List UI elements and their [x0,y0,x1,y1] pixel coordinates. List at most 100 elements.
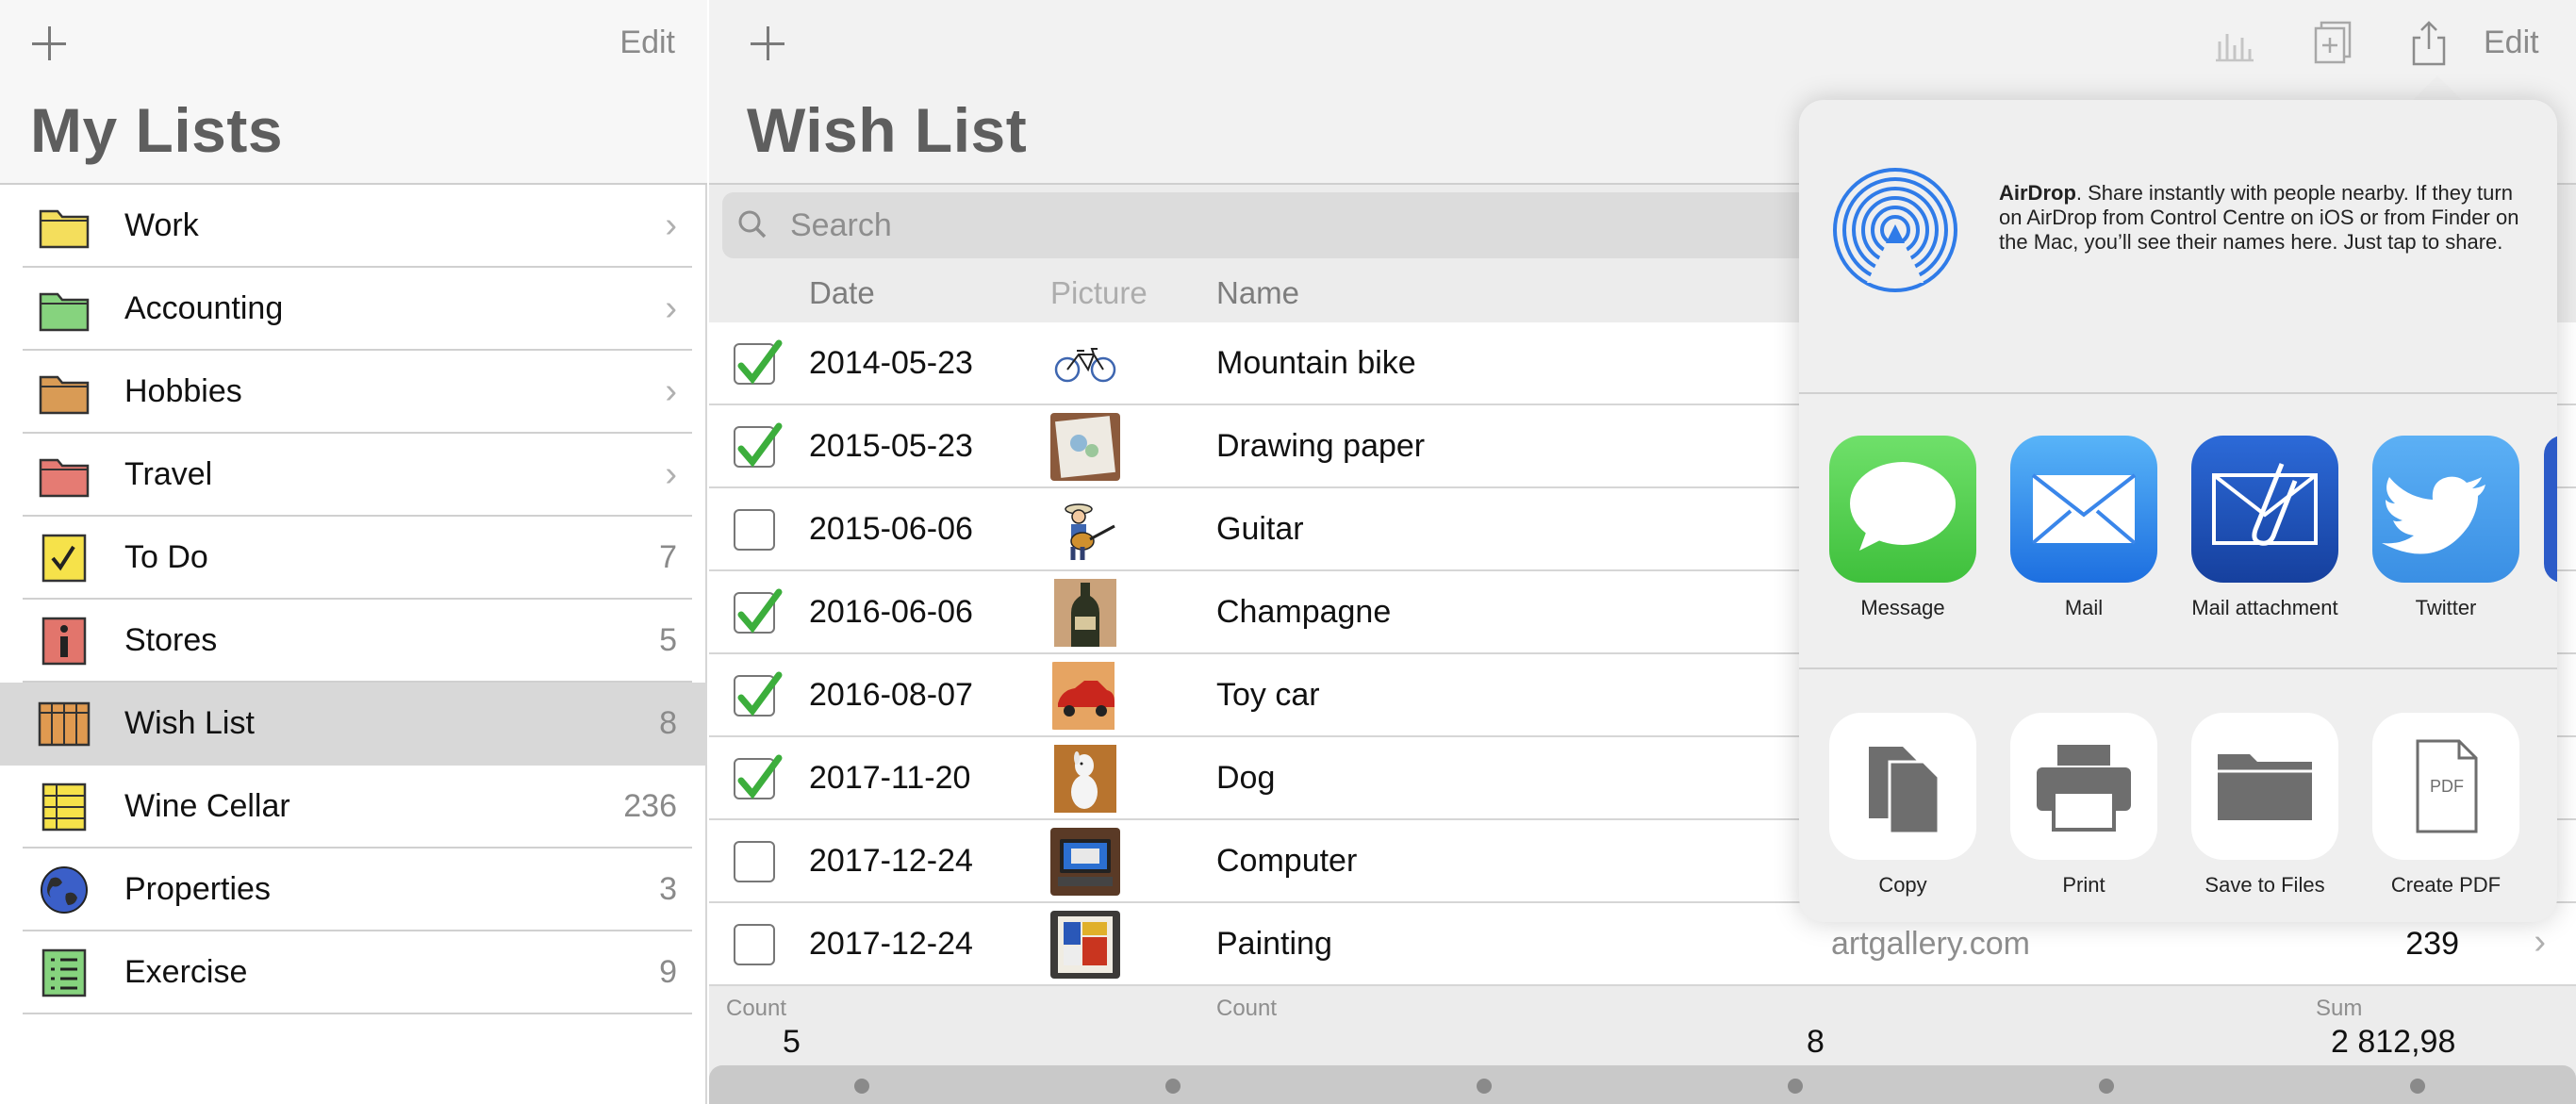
mail-icon [2031,473,2137,545]
champagne-bottle-picture[interactable] [1050,579,1120,647]
checkbox[interactable] [734,339,783,385]
column-header-picture[interactable]: Picture [1050,275,1148,311]
painting-picture[interactable] [1050,911,1120,979]
share-more-app-button[interactable] [2544,436,2557,583]
sidebar-item-stores[interactable]: Stores 5 [0,600,707,683]
folder-red-icon [39,458,90,498]
share-mail-button[interactable]: Mail [1993,436,2174,620]
sidebar-item-to-do[interactable]: To Do 7 [0,517,707,600]
sidebar-item-accounting[interactable]: Accounting › [0,268,707,351]
sidebar-item-hobbies[interactable]: Hobbies › [0,351,707,434]
airdrop-icon [1833,168,1957,292]
row-date: 2015-05-23 [809,428,973,464]
share-twitter-button[interactable]: Twitter [2355,436,2536,620]
share-action-label: Create PDF [2390,873,2502,897]
airdrop-description: AirDrop. Share instantly with people nea… [1999,181,2519,254]
row-name: Computer [1216,843,1358,879]
checkbox[interactable] [734,754,783,799]
row-link[interactable]: artgallery.com [1831,926,2030,963]
checkbox[interactable] [734,841,775,882]
row-date: 2015-06-06 [809,511,973,547]
search-input[interactable]: Search [790,207,892,244]
share-apps-row: Message Mail Mail attachment Twitter [1799,396,2557,669]
share-action-label: Copy [1878,873,1927,897]
sidebar-item-label: Properties [124,871,271,907]
mail-attachment-icon [2212,463,2318,546]
chevron-right-icon[interactable]: › [2534,922,2546,963]
search-icon [738,210,767,239]
row-name: Mountain bike [1216,345,1416,381]
count-label: Count [1216,996,1278,1021]
sidebar-item-properties[interactable]: Properties 3 [0,849,707,931]
share-mail-attachment-button[interactable]: Mail attachment [2174,436,2355,620]
folder-green-icon [39,292,90,332]
sidebar-item-wine-cellar[interactable]: Wine Cellar 236 [0,766,707,849]
add-page-icon[interactable] [2306,19,2355,68]
sidebar-item-label: Accounting [124,290,284,326]
column-header-name[interactable]: Name [1216,275,1299,311]
checkbox[interactable] [734,671,783,717]
summary-footer: Count 5 Count 8 Sum 2 812,98 [709,986,2576,1065]
sidebar-item-wish-list[interactable]: Wish List 8 [0,683,707,766]
row-date: 2016-08-07 [809,677,973,713]
row-name: Painting [1216,926,1332,962]
dog-figurine-picture[interactable] [1050,745,1120,813]
sidebar-item-label: Work [124,207,199,243]
sidebar-item-label: Wish List [124,705,255,741]
row-name: Drawing paper [1216,428,1426,464]
folder-orange-icon [39,375,90,415]
guitar-player-picture[interactable] [1050,496,1120,564]
sidebar: Edit My Lists Work › Accounting › Hobbie… [0,0,707,1104]
toy-car-picture[interactable] [1050,662,1120,730]
row-date: 2014-05-23 [809,345,973,381]
main-edit-button[interactable]: Edit [2484,25,2539,61]
checkbox[interactable] [734,422,783,468]
page-title: Wish List [747,95,1028,165]
share-create-pdf-button[interactable]: PDF Create PDF [2355,713,2536,898]
print-icon [2037,745,2131,832]
folder-yellow-icon [39,209,90,249]
checkbox[interactable] [734,588,783,634]
airdrop-section[interactable]: AirDrop. Share instantly with people nea… [1799,100,2557,394]
share-app-label: Message [1860,596,1945,619]
sidebar-item-count: 9 [659,954,677,990]
share-message-button[interactable]: Message [1812,436,1993,620]
copy-icon [1869,747,1940,835]
row-date: 2017-12-24 [809,926,973,962]
add-item-button[interactable] [747,23,788,64]
checkbox[interactable] [734,924,775,965]
sidebar-edit-button[interactable]: Edit [619,25,675,61]
sidebar-item-travel[interactable]: Travel › [0,434,707,517]
drawing-paper-picture[interactable] [1050,413,1120,481]
bicycle-picture[interactable] [1050,330,1120,398]
sidebar-list: Work › Accounting › Hobbies › Travel › T… [0,185,707,1014]
share-actions-row: Copy Print Save to Files PDF Create PDF [1799,671,2557,922]
message-icon [1850,462,1956,551]
share-icon[interactable] [2404,19,2453,68]
sidebar-header: Edit My Lists [0,0,707,185]
sidebar-item-count: 3 [659,871,677,907]
share-action-label: Save to Files [2204,873,2325,897]
chevron-right-icon: › [665,206,677,245]
sidebar-item-count: 236 [623,788,677,824]
grid-icon [38,701,91,747]
sidebar-item-label: To Do [124,539,208,575]
share-save-to-files-button[interactable]: Save to Files [2174,713,2355,898]
share-print-button[interactable]: Print [1993,713,2174,898]
computer-picture[interactable] [1050,828,1120,896]
sidebar-title: My Lists [30,95,284,165]
add-list-button[interactable] [28,23,70,64]
chart-icon[interactable] [2210,19,2259,68]
column-header-date[interactable]: Date [809,275,875,311]
table-icon [41,783,87,832]
checkbox[interactable] [734,509,775,551]
sidebar-item-work[interactable]: Work › [0,185,707,268]
folder-icon [2218,754,2312,820]
sidebar-item-label: Travel [124,456,213,492]
share-copy-button[interactable]: Copy [1812,713,1993,898]
share-action-label: Print [2062,873,2105,897]
horizontal-scrollbar[interactable] [709,1065,2576,1104]
sidebar-item-count: 8 [659,705,677,741]
row-price: 239 [2405,926,2459,962]
sidebar-item-exercise[interactable]: Exercise 9 [0,931,707,1014]
